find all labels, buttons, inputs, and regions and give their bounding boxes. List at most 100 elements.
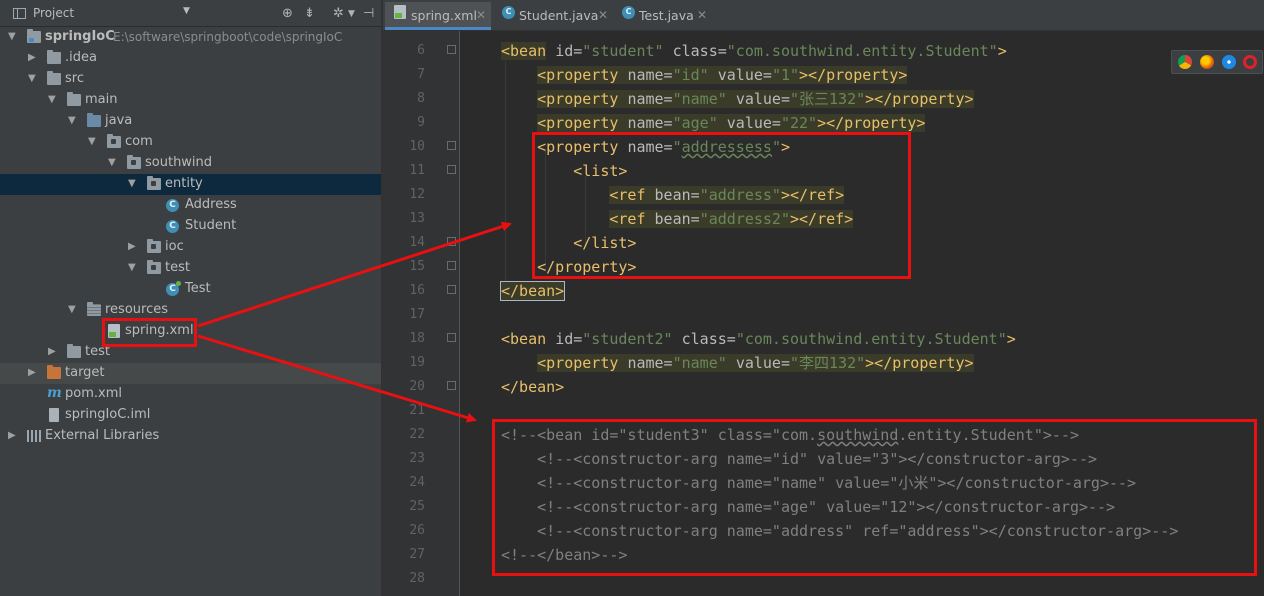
- line-number: 23: [409, 451, 425, 466]
- tree-item-label: com: [125, 134, 153, 149]
- line-number: 17: [409, 307, 425, 322]
- tree-item-idea[interactable]: ▶ .idea: [0, 48, 381, 69]
- fold-marker-icon[interactable]: [447, 381, 456, 390]
- tree-item-src[interactable]: ▼ src: [0, 69, 381, 90]
- library-icon: [27, 430, 42, 442]
- line-number: 20: [409, 379, 425, 394]
- firefox-icon[interactable]: [1200, 55, 1214, 69]
- close-icon[interactable]: ✕: [697, 8, 707, 22]
- fold-marker-icon[interactable]: [447, 237, 456, 246]
- tree-item-external-libraries[interactable]: ▶ External Libraries: [0, 426, 381, 447]
- tree-item-label: Student: [185, 218, 237, 233]
- gear-dropdown-icon[interactable]: ▼: [348, 9, 355, 19]
- line-number: 10: [409, 139, 425, 154]
- package-icon: [147, 239, 161, 253]
- close-icon[interactable]: ✕: [598, 8, 608, 22]
- tree-item-target[interactable]: ▶ target: [0, 363, 381, 384]
- line-number: 28: [409, 571, 425, 586]
- code-line-19: <property name="name" value="李四132"></pr…: [537, 354, 974, 372]
- expand-arrow-icon[interactable]: ▼: [108, 157, 116, 168]
- module-path: E:\software\springboot\code\springIoC: [113, 30, 343, 44]
- sync-icon[interactable]: ⊕: [282, 6, 293, 21]
- tab-label: Test.java: [639, 8, 694, 23]
- fold-marker-icon[interactable]: [447, 45, 456, 54]
- tree-item-ioc[interactable]: ▶ ioc: [0, 237, 381, 258]
- fold-marker-icon[interactable]: [447, 261, 456, 270]
- package-icon: [147, 260, 161, 274]
- expand-arrow-icon[interactable]: ▼: [88, 136, 96, 147]
- test-class-icon: C: [622, 6, 635, 19]
- close-icon[interactable]: ✕: [476, 8, 486, 22]
- editor-tab-bar: spring.xml ✕ C Student.java ✕ C Test.jav…: [383, 0, 1264, 31]
- safari-icon[interactable]: [1222, 55, 1236, 69]
- tree-item-southwind[interactable]: ▼ southwind: [0, 153, 381, 174]
- tree-item-label: test: [165, 260, 190, 275]
- collapsed-arrow-icon[interactable]: ▶: [28, 367, 36, 378]
- package-icon: [147, 176, 161, 190]
- line-number: 13: [409, 211, 425, 226]
- editor-gutter: 6 7 8 9 10 11 12 13 14 15 16 17 18 19 20…: [383, 31, 460, 596]
- expand-arrow-icon[interactable]: ▼: [68, 115, 76, 126]
- tree-item-address[interactable]: C Address: [0, 195, 381, 216]
- code-line-18: <bean id="student2" class="com.southwind…: [501, 330, 1016, 348]
- collapsed-arrow-icon[interactable]: ▶: [48, 346, 56, 357]
- tree-item-entity[interactable]: ▼ entity: [0, 174, 381, 195]
- tree-item-pom-xml[interactable]: m pom.xml: [0, 384, 381, 405]
- class-icon: C: [166, 220, 179, 233]
- tree-item-com[interactable]: ▼ com: [0, 132, 381, 153]
- expand-arrow-icon[interactable]: ▼: [48, 94, 56, 105]
- tree-item-label: pom.xml: [65, 386, 122, 401]
- excluded-folder-icon: [47, 365, 61, 379]
- tree-item-label: .idea: [65, 50, 97, 65]
- fold-marker-icon[interactable]: [447, 333, 456, 342]
- tree-item-main[interactable]: ▼ main: [0, 90, 381, 111]
- opera-icon[interactable]: [1243, 55, 1257, 69]
- maven-icon: m: [47, 385, 62, 401]
- line-number: 12: [409, 187, 425, 202]
- collapse-all-icon[interactable]: ⇟: [304, 6, 315, 21]
- fold-marker-icon[interactable]: [447, 285, 456, 294]
- collapsed-arrow-icon[interactable]: ▶: [28, 52, 36, 63]
- tab-spring-xml[interactable]: spring.xml ✕: [385, 2, 491, 30]
- class-icon: C: [502, 6, 515, 19]
- annotation-box-spring-xml: [102, 318, 197, 347]
- code-line-16: </bean>: [499, 281, 566, 301]
- expand-arrow-icon[interactable]: ▼: [68, 304, 76, 315]
- tree-item-springioc[interactable]: ▼ springIoC E:\software\springboot\code\…: [0, 27, 381, 48]
- expand-arrow-icon[interactable]: ▼: [128, 178, 136, 189]
- line-number: 7: [417, 67, 425, 82]
- expand-arrow-icon[interactable]: ▼: [8, 31, 16, 42]
- tab-student-java[interactable]: C Student.java ✕: [493, 2, 613, 30]
- tab-test-java[interactable]: C Test.java ✕: [613, 2, 713, 30]
- tree-item-label: java: [105, 113, 133, 128]
- hide-panel-icon[interactable]: ⊣: [363, 6, 374, 21]
- chevron-down-icon[interactable]: ▼: [183, 6, 190, 16]
- fold-marker-icon[interactable]: [447, 141, 456, 150]
- tree-item-java[interactable]: ▼ java: [0, 111, 381, 132]
- folder-icon: [47, 50, 61, 64]
- gear-icon[interactable]: ✲: [333, 6, 344, 21]
- package-icon: [107, 134, 121, 148]
- code-line-8: <property name="name" value="张三132"></pr…: [537, 90, 974, 108]
- tree-item-label: src: [65, 71, 84, 86]
- tree-item-test-class[interactable]: C Test: [0, 279, 381, 300]
- tree-item-label: resources: [105, 302, 169, 317]
- chrome-icon[interactable]: [1178, 55, 1192, 69]
- xml-file-icon: [394, 5, 406, 19]
- collapsed-arrow-icon[interactable]: ▶: [8, 430, 16, 441]
- expand-arrow-icon[interactable]: ▼: [28, 73, 36, 84]
- code-line-7: <property name="id" value="1"></property…: [537, 66, 908, 84]
- line-number: 15: [409, 259, 425, 274]
- collapsed-arrow-icon[interactable]: ▶: [128, 241, 136, 252]
- expand-arrow-icon[interactable]: ▼: [128, 262, 136, 273]
- resources-folder-icon: [87, 302, 101, 316]
- tree-item-test-package[interactable]: ▼ test: [0, 258, 381, 279]
- tree-item-label: ioc: [165, 239, 184, 254]
- code-line-20: </bean>: [501, 378, 565, 396]
- tree-item-label: southwind: [145, 155, 213, 170]
- tree-item-student[interactable]: C Student: [0, 216, 381, 237]
- tree-item-iml[interactable]: springIoC.iml: [0, 405, 381, 426]
- line-number: 14: [409, 235, 425, 250]
- fold-marker-icon[interactable]: [447, 165, 456, 174]
- project-view-title[interactable]: Project: [33, 6, 74, 20]
